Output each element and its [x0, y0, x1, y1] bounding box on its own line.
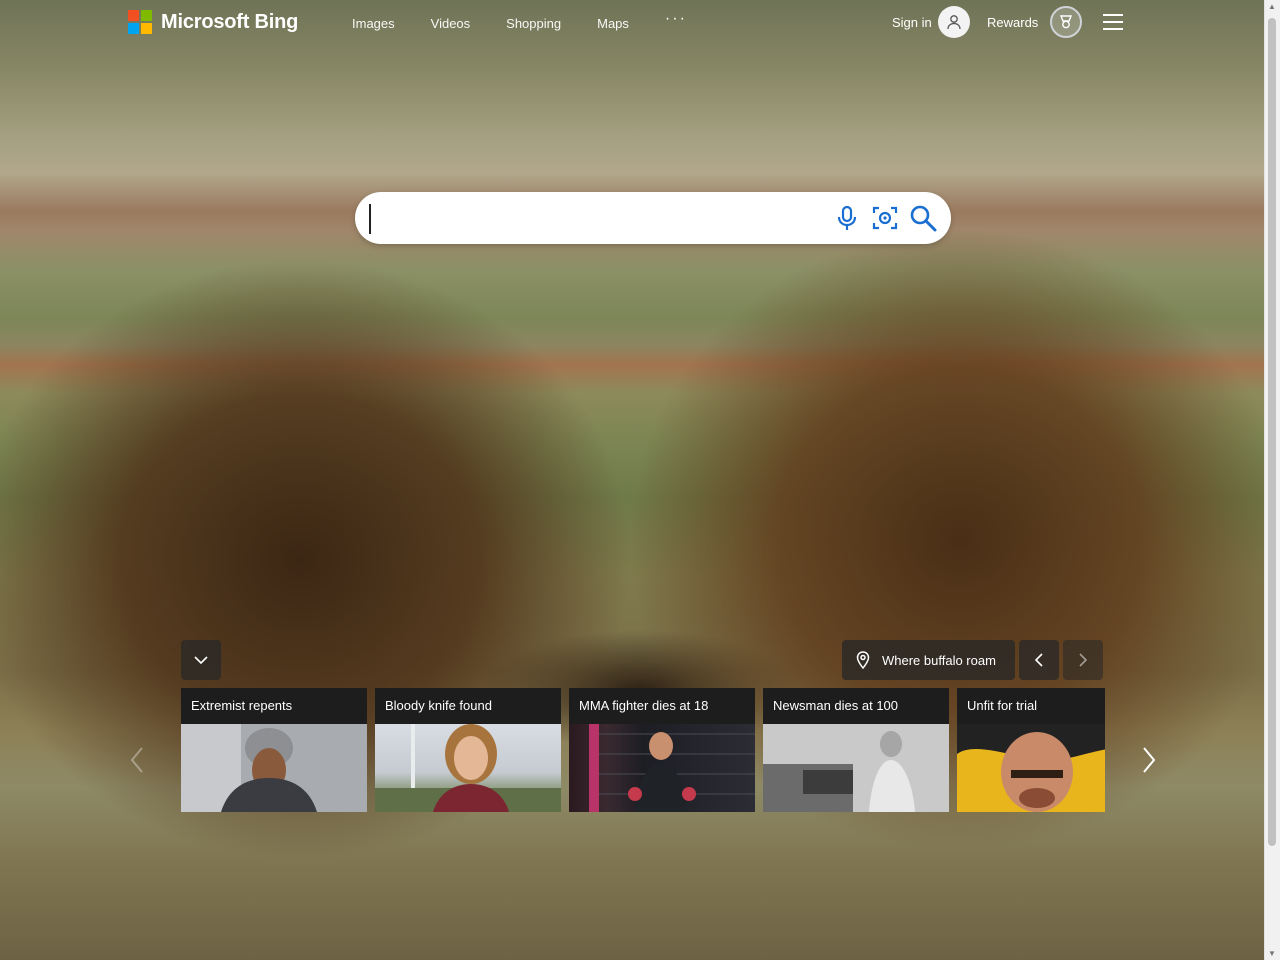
search-input[interactable] [369, 204, 817, 234]
scrollbar-thumb[interactable] [1268, 18, 1276, 846]
microsoft-logo-icon [128, 10, 152, 34]
search-icon[interactable] [909, 204, 937, 232]
nav-maps[interactable]: Maps [597, 16, 629, 31]
collapse-feed-button[interactable] [181, 640, 221, 680]
news-card[interactable]: Newsman dies at 100 [763, 688, 949, 812]
top-nav: Images Videos Shopping Maps ··· [352, 10, 687, 31]
nav-images[interactable]: Images [352, 16, 395, 31]
scroll-down-icon[interactable]: ▼ [1268, 949, 1276, 958]
image-title: Where buffalo roam [882, 652, 996, 668]
rewards-button[interactable]: Rewards [987, 6, 1083, 38]
news-carousel: Extremist repents Bloody knife found MMA… [181, 688, 1105, 812]
rewards-label: Rewards [987, 14, 1039, 30]
news-card-title: Unfit for trial [957, 688, 1105, 724]
chevron-right-icon [1143, 747, 1156, 773]
chevron-down-icon [194, 656, 208, 664]
news-card[interactable]: Bloody knife found [375, 688, 561, 812]
news-card[interactable]: MMA fighter dies at 18 [569, 688, 755, 812]
visual-search-icon[interactable] [871, 204, 899, 232]
more-icon[interactable]: ··· [665, 10, 687, 31]
news-card[interactable]: Unfit for trial [957, 688, 1105, 812]
microphone-icon[interactable] [833, 204, 861, 232]
brand-name: Microsoft Bing [161, 10, 299, 33]
hamburger-menu-icon[interactable] [1103, 14, 1123, 30]
sign-in-button[interactable]: Sign in [892, 6, 970, 38]
nav-videos[interactable]: Videos [431, 16, 471, 31]
next-image-button[interactable] [1063, 640, 1103, 680]
search-box [355, 192, 951, 244]
news-card-title: Bloody knife found [375, 688, 561, 724]
sign-in-label: Sign in [892, 14, 932, 30]
rewards-medal-icon [1050, 6, 1083, 38]
background-image [0, 0, 1265, 960]
scroll-up-icon[interactable]: ▲ [1268, 2, 1276, 11]
news-card-image [181, 724, 367, 812]
news-card[interactable]: Extremist repents [181, 688, 367, 812]
location-pin-icon [856, 651, 870, 669]
news-next-button[interactable] [1137, 742, 1161, 778]
chevron-right-icon [1079, 653, 1087, 667]
news-card-title: Newsman dies at 100 [763, 688, 949, 724]
image-info-button[interactable]: Where buffalo roam [842, 640, 1015, 680]
news-card-image [957, 724, 1105, 812]
news-card-image [569, 724, 755, 812]
previous-image-button[interactable] [1019, 640, 1059, 680]
news-card-image [763, 724, 949, 812]
nav-shopping[interactable]: Shopping [506, 16, 561, 31]
chevron-left-icon [130, 747, 143, 773]
news-card-image [375, 724, 561, 812]
user-icon [937, 6, 970, 38]
news-card-title: MMA fighter dies at 18 [569, 688, 755, 724]
news-prev-button[interactable] [125, 742, 149, 778]
bing-logo[interactable]: Microsoft Bing [128, 10, 298, 34]
news-card-title: Extremist repents [181, 688, 367, 724]
scrollbar[interactable]: ▲ ▼ [1264, 0, 1280, 960]
chevron-left-icon [1035, 653, 1043, 667]
